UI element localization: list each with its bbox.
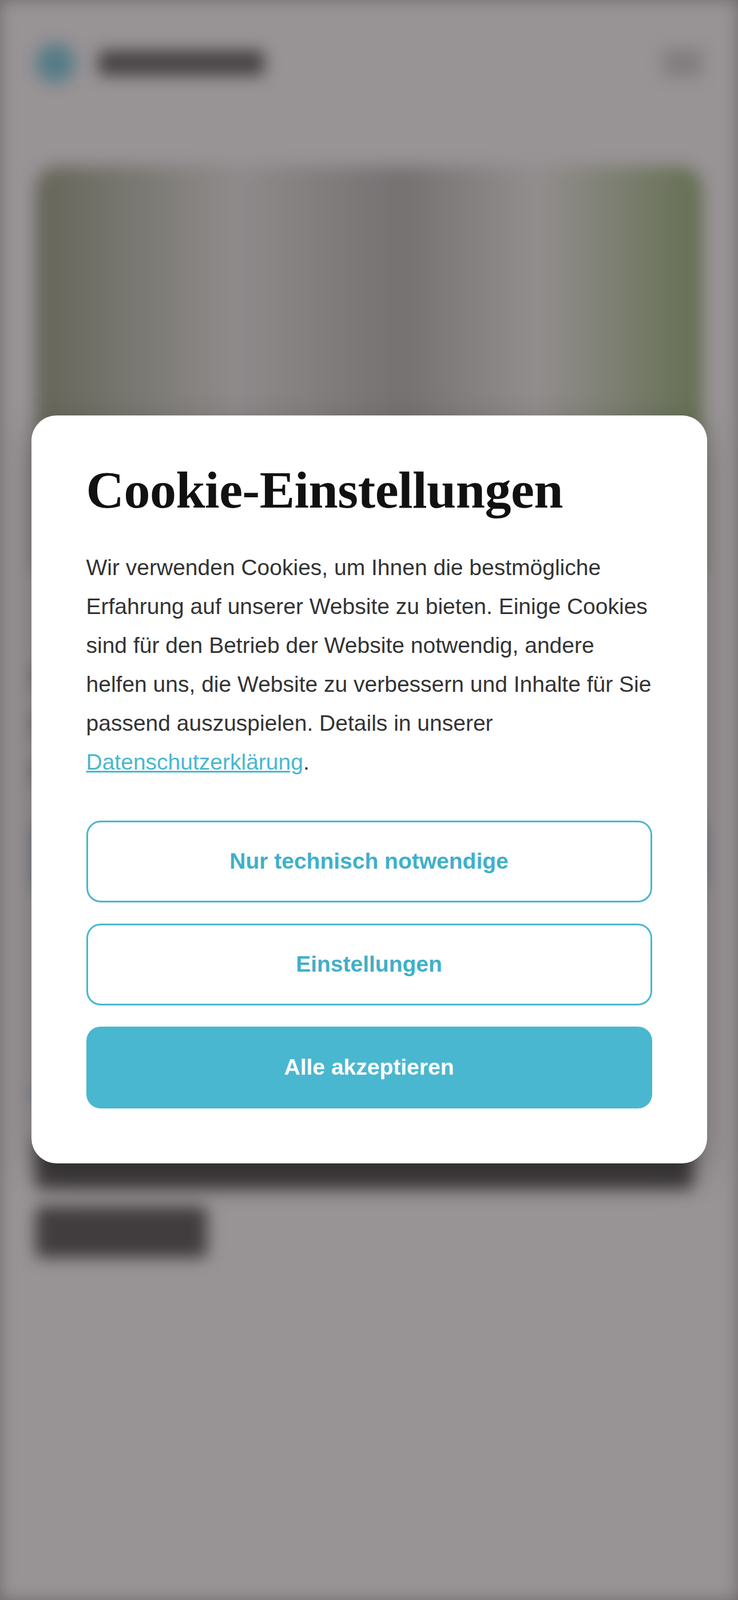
accept-all-button[interactable]: Alle akzeptieren <box>86 1026 653 1109</box>
dialog-title: Cookie-Einstellungen <box>86 459 653 521</box>
button-label: Nur technisch notwendige <box>229 848 509 874</box>
button-group: Nur technisch notwendige Einstellungen All… <box>86 820 653 1109</box>
cookie-dialog: Cookie-Einstellungen Wir verwenden Cookie… <box>31 415 708 1164</box>
consent-button[interactable]: Einstellungen <box>86 923 653 1006</box>
dialog-text: Wir verwenden Cookies, um Ihnen die best… <box>86 548 653 782</box>
button-label: Einstellungen <box>295 951 443 977</box>
dialog-text-end: . <box>303 749 310 775</box>
dialog-text-main: Wir verwenden Cookies, um Ihnen die best… <box>86 554 652 736</box>
consent-button[interactable]: Nur technisch notwendige <box>86 820 653 903</box>
privacy-link[interactable]: Datenschutzerklärung <box>86 749 304 775</box>
button-label: Alle akzeptieren <box>284 1054 455 1080</box>
